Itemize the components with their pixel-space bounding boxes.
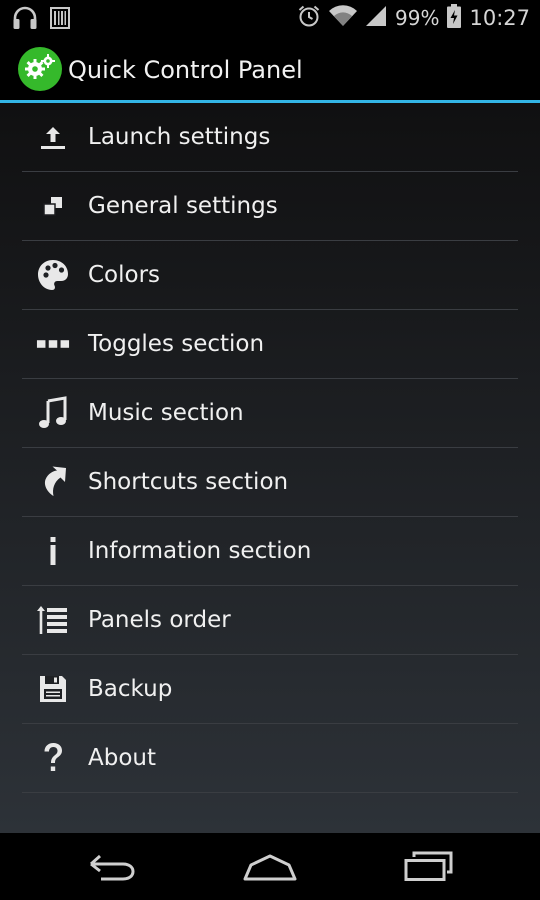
floppy-disk-icon: [36, 672, 70, 706]
menu-item-label: Shortcuts section: [88, 469, 289, 495]
menu-item-label: Panels order: [88, 607, 231, 633]
home-button[interactable]: [240, 851, 300, 887]
gears-icon: [23, 53, 57, 85]
menu-item-label: Launch settings: [88, 124, 271, 150]
menu-item-label: Colors: [88, 262, 161, 288]
info-icon: [36, 534, 70, 568]
settings-list-container: Launch settings General settings Colors …: [0, 103, 540, 833]
general-squares-icon: [36, 189, 70, 223]
wifi-icon: [329, 5, 358, 31]
recent-apps-icon: [402, 851, 454, 887]
menu-item-shortcuts-section[interactable]: Shortcuts section: [22, 448, 518, 517]
app-icon[interactable]: [18, 47, 62, 91]
home-icon: [242, 851, 298, 887]
menu-item-toggles-section[interactable]: Toggles section: [22, 310, 518, 379]
menu-item-label: Music section: [88, 400, 244, 426]
recents-button[interactable]: [398, 851, 458, 887]
menu-item-label: Information section: [88, 538, 312, 564]
screen: 99% 10:27 Quick Control Panel Launch set…: [0, 0, 540, 900]
menu-item-label: Toggles section: [88, 331, 265, 357]
menu-item-music-section[interactable]: Music section: [22, 379, 518, 448]
settings-menu: Launch settings General settings Colors …: [22, 103, 518, 793]
barcode-icon: [50, 7, 70, 33]
back-button[interactable]: [82, 851, 142, 887]
battery-percent: 99%: [395, 6, 440, 30]
clock: 10:27: [469, 6, 530, 30]
action-bar: Quick Control Panel: [0, 36, 540, 103]
menu-item-label: General settings: [88, 193, 278, 219]
reorder-list-icon: [36, 603, 70, 637]
navigation-bar: [0, 833, 540, 900]
menu-item-information-section[interactable]: Information section: [22, 517, 518, 586]
menu-item-colors[interactable]: Colors: [22, 241, 518, 310]
menu-item-backup[interactable]: Backup: [22, 655, 518, 724]
shortcut-arrow-icon: [36, 465, 70, 499]
menu-item-launch-settings[interactable]: Launch settings: [22, 103, 518, 172]
status-bar: 99% 10:27: [0, 0, 540, 36]
palette-icon: [36, 258, 70, 292]
menu-item-label: Backup: [88, 676, 173, 702]
menu-item-label: About: [88, 745, 157, 771]
menu-item-general-settings[interactable]: General settings: [22, 172, 518, 241]
question-mark-icon: [36, 741, 70, 775]
music-note-icon: [36, 396, 70, 430]
battery-charging-icon: [447, 4, 462, 32]
alarm-icon: [297, 4, 321, 32]
menu-item-panels-order[interactable]: Panels order: [22, 586, 518, 655]
back-arrow-icon: [87, 852, 137, 886]
headphones-icon: [12, 6, 38, 34]
menu-item-about[interactable]: About: [22, 724, 518, 793]
signal-icon: [365, 5, 387, 31]
toggles-dots-icon: [36, 327, 70, 361]
app-title: Quick Control Panel: [68, 56, 303, 84]
upload-icon: [36, 120, 70, 154]
